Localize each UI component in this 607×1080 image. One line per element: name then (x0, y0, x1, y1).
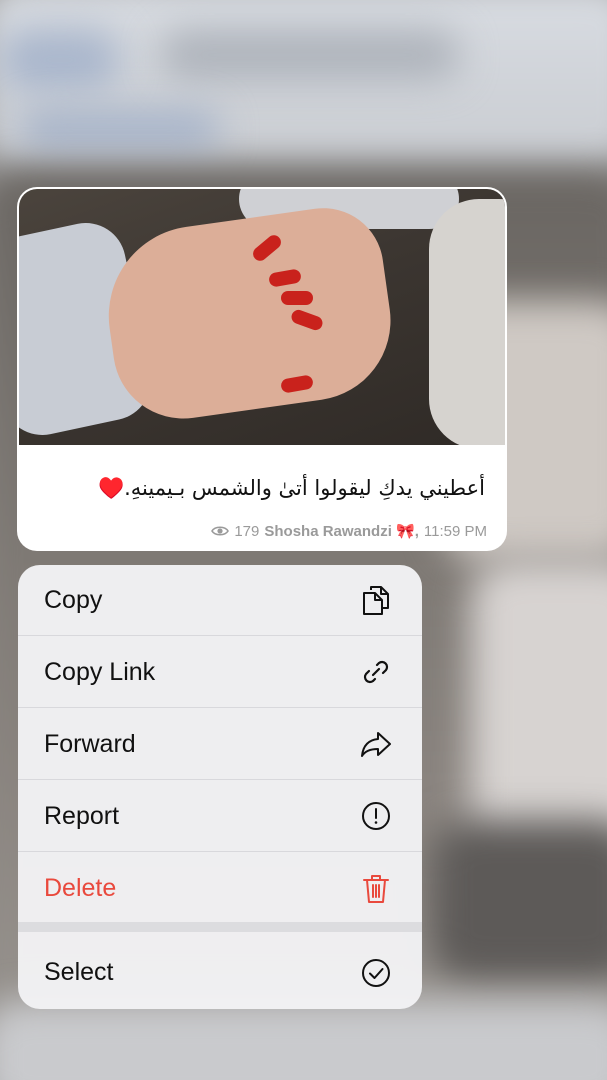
view-count: 179 (234, 522, 260, 540)
message-meta: 179 Shosha Rawandzi 🎀, 11:59 PM (211, 522, 487, 540)
context-menu: Copy Copy Link Forward Report Delete Sel… (18, 565, 422, 1009)
copy-menu-item[interactable]: Copy (18, 565, 422, 636)
message-photo[interactable] (19, 189, 505, 445)
message-bubble[interactable]: أعطيني يدكِ ليقولوا أتىٰ والشمس بـيمينهِ… (17, 187, 507, 551)
menu-item-label: Delete (44, 874, 117, 902)
select-check-icon (360, 957, 392, 989)
forward-menu-item[interactable]: Forward (18, 709, 422, 780)
menu-item-label: Select (44, 958, 114, 986)
report-menu-item[interactable]: Report (18, 781, 422, 852)
link-icon (360, 656, 392, 688)
menu-item-label: Copy Link (44, 657, 156, 686)
message-author: Shosha Rawandzi 🎀, (264, 523, 419, 540)
forward-icon (360, 728, 392, 760)
select-menu-item[interactable]: Select (18, 937, 422, 1008)
menu-item-label: Forward (44, 729, 136, 758)
report-icon (360, 800, 392, 832)
copy-icon (360, 584, 392, 616)
delete-menu-item[interactable]: Delete (18, 853, 422, 924)
menu-item-label: Report (44, 801, 120, 830)
message-caption: أعطيني يدكِ ليقولوا أتىٰ والشمس بـيمينهِ… (97, 476, 485, 500)
views-eye-icon (211, 524, 230, 538)
menu-item-label: Copy (44, 585, 103, 614)
copy-link-menu-item[interactable]: Copy Link (18, 637, 422, 708)
trash-icon (360, 873, 392, 905)
menu-section-divider (18, 922, 422, 932)
message-time: 11:59 PM (423, 522, 487, 540)
